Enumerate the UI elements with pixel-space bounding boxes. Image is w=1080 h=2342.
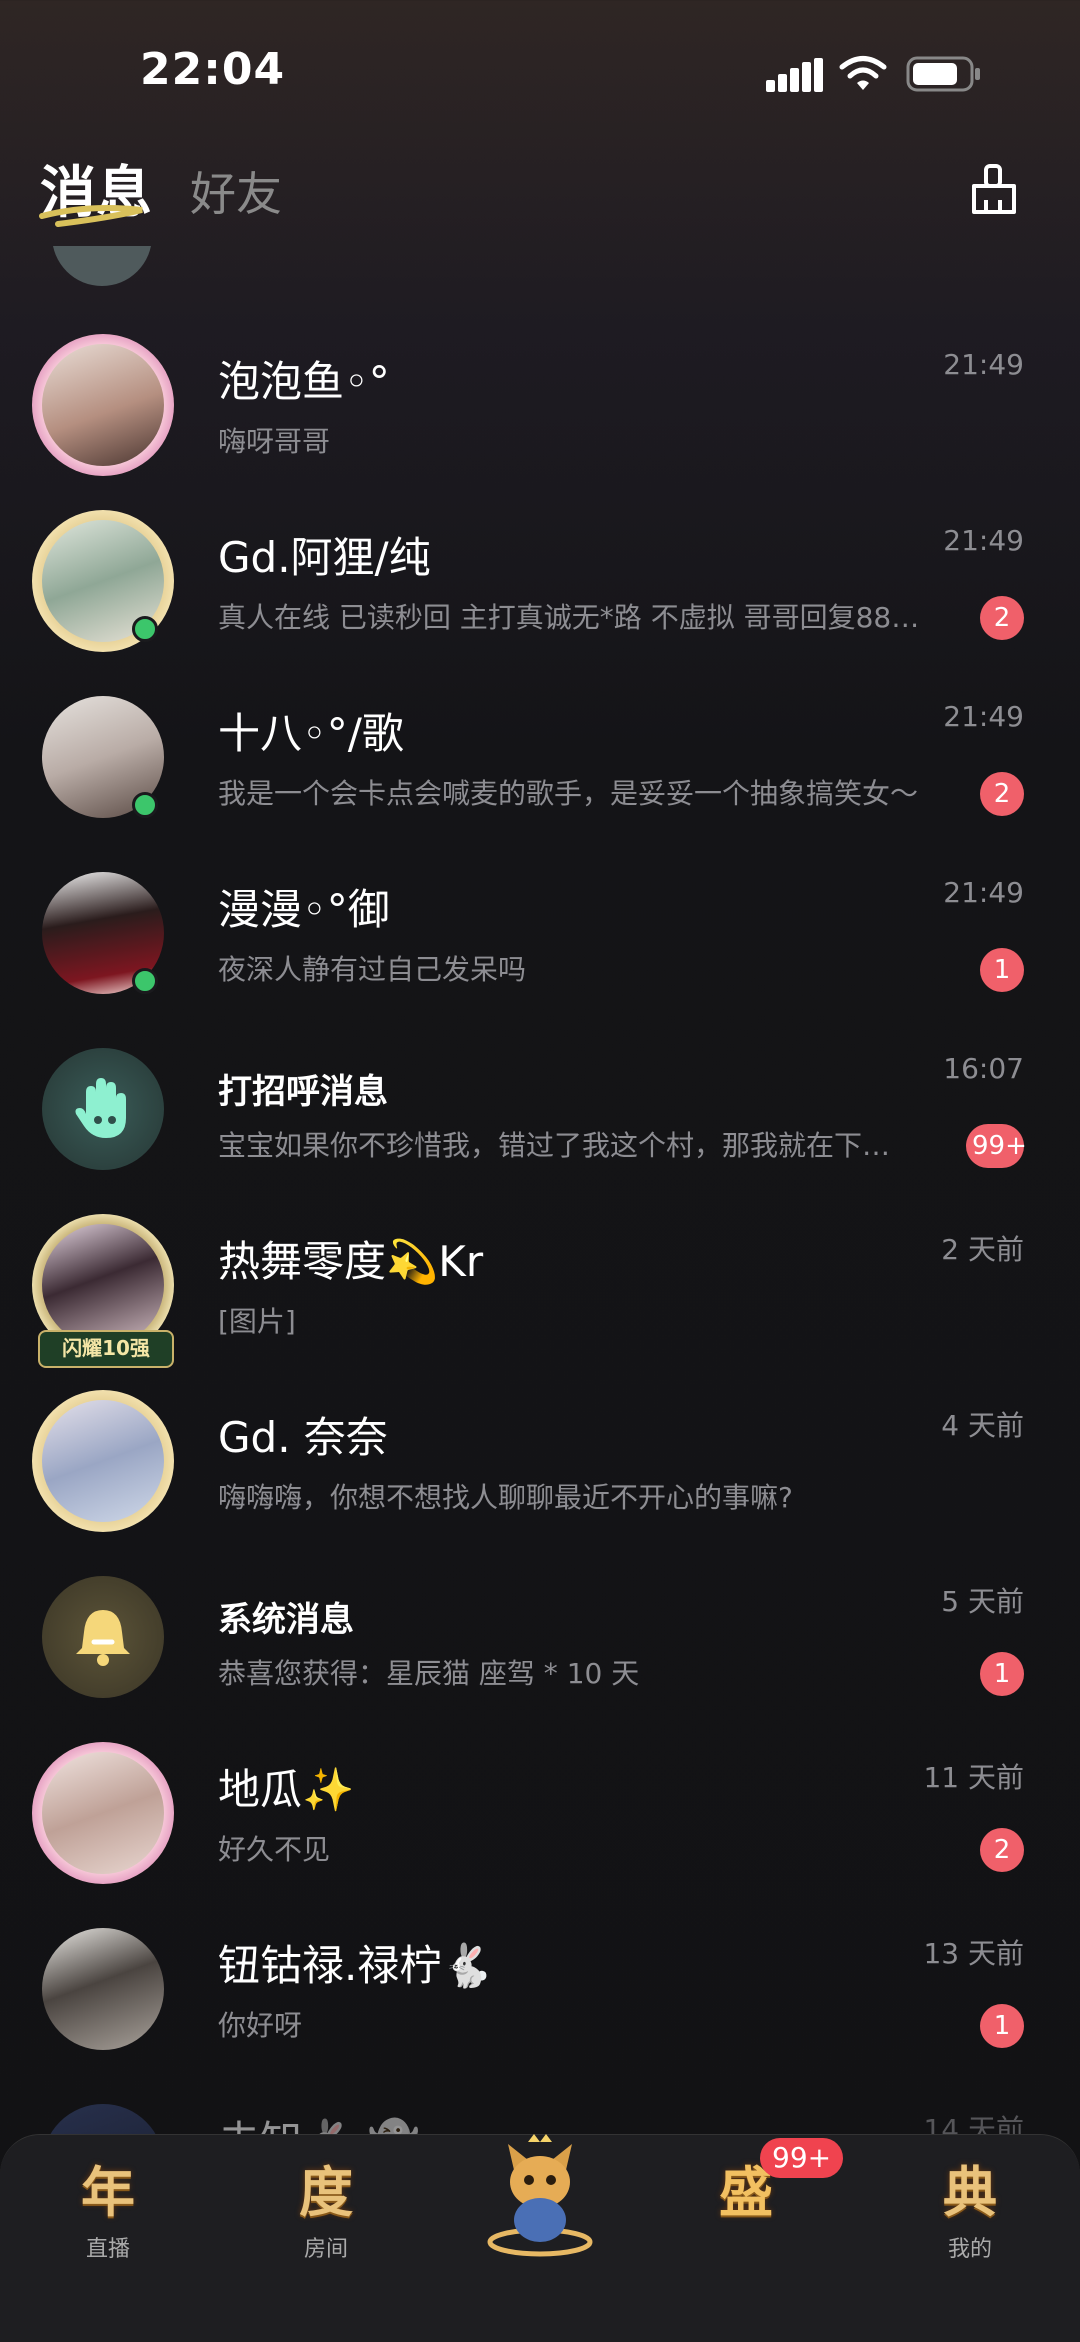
message-preview: 嗨呀哥哥 — [218, 425, 331, 458]
avatar — [32, 510, 174, 652]
unread-badge: 1 — [980, 1652, 1024, 1696]
conversation-row[interactable]: Gd.阿狸/纯 真人在线 已读秒回 主打真诚无*路 不虚拟 哥哥回复88… 21… — [0, 500, 1080, 676]
cellular-signal-icon — [766, 58, 823, 92]
rank-ribbon: 闪耀10强 — [38, 1330, 174, 1368]
message-preview: [图片] — [218, 1305, 296, 1338]
message-time: 13 天前 — [923, 1937, 1024, 1970]
tab-active-underline-icon — [39, 205, 143, 227]
contact-name: 地瓜✨ — [218, 1765, 355, 1814]
unread-badge: 2 — [980, 772, 1024, 816]
status-bar: 22:04 — [0, 0, 1080, 140]
unread-badge: 1 — [980, 948, 1024, 992]
nav-profile[interactable]: 典 我的 — [900, 2148, 1040, 2263]
online-status-dot — [132, 968, 158, 994]
message-preview: 恭喜您获得：星辰猫 座驾 * 10 天 — [218, 1657, 640, 1690]
avatar: 闪耀10强 — [32, 1214, 174, 1368]
online-status-dot — [132, 616, 158, 642]
nav-rooms[interactable]: 度 房间 — [256, 2148, 396, 2263]
conversation-row[interactable]: Gd. 奈奈 嗨嗨嗨，你想不想找人聊聊最近不开心的事嘛? 4 天前 — [0, 1380, 1080, 1556]
message-time: 4 天前 — [941, 1409, 1024, 1442]
conversation-row[interactable]: 地瓜✨ 好久不见 11 天前 2 — [0, 1732, 1080, 1908]
message-time: 21:49 — [943, 348, 1024, 381]
unread-badge: 2 — [980, 596, 1024, 640]
avatar — [32, 1742, 174, 1884]
contact-name: 钮钴禄.禄柠🐇 — [218, 1941, 494, 1990]
conversation-row[interactable]: 泡泡鱼◦° 嗨呀哥哥 21:49 — [0, 324, 1080, 500]
contact-name: 打招呼消息 — [218, 1072, 388, 1112]
contact-name: Gd.阿狸/纯 — [218, 533, 431, 582]
contact-name: Gd. 奈奈 — [218, 1413, 388, 1462]
conversation-row[interactable]: 钮钴禄.禄柠🐇 你好呀 13 天前 1 — [0, 1908, 1080, 2084]
tab-friends[interactable]: 好友 — [190, 158, 282, 224]
clear-messages-broom-icon[interactable] — [966, 162, 1022, 218]
conversation-row[interactable]: 打招呼消息 宝宝如果你不珍惜我，错过了我这个村，那我就在下… 16:07 99+ — [0, 1028, 1080, 1204]
nav-rooms-label: 房间 — [303, 2237, 348, 2262]
unread-badge: 99+ — [966, 1124, 1027, 1168]
message-time: 21:49 — [943, 524, 1024, 557]
conversation-row[interactable]: 漫漫◦°御 夜深人静有过自己发呆吗 21:49 1 — [0, 852, 1080, 1028]
avatar — [36, 1922, 170, 2056]
unread-badge: 2 — [980, 1828, 1024, 1872]
message-time: 21:49 — [943, 700, 1024, 733]
message-time: 2 天前 — [941, 1233, 1024, 1266]
center-mascot-cat-icon[interactable] — [484, 2130, 596, 2260]
avatar — [32, 1390, 174, 1532]
avatar — [36, 1042, 170, 1176]
message-time: 16:07 — [943, 1052, 1024, 1085]
avatar — [32, 334, 174, 476]
contact-name: 漫漫◦°御 — [218, 885, 390, 934]
message-preview: 夜深人静有过自己发呆吗 — [218, 953, 527, 986]
battery-icon — [906, 56, 980, 92]
message-time: 5 天前 — [941, 1585, 1024, 1618]
message-preview: 你好呀 — [218, 2009, 303, 2042]
contact-name: 系统消息 — [218, 1600, 354, 1640]
message-preview: 我是一个会卡点会喊麦的歌手，是妥妥一个抽象搞笑女～ — [218, 777, 919, 810]
nav-live-label: 直播 — [85, 2237, 130, 2262]
nav-profile-glyph-icon: 典 — [943, 2160, 997, 2224]
conversation-row[interactable]: 闪耀10强 热舞零度💫Kr [图片] 2 天前 — [0, 1204, 1080, 1380]
conversation-row[interactable]: 系统消息 恭喜您获得：星辰猫 座驾 * 10 天 5 天前 1 — [0, 1556, 1080, 1732]
online-status-dot — [132, 792, 158, 818]
nav-profile-label: 我的 — [947, 2237, 992, 2262]
message-preview: 好久不见 — [218, 1833, 331, 1866]
nav-live[interactable]: 年 直播 — [38, 2148, 178, 2263]
contact-name: 热舞零度💫Kr — [218, 1237, 484, 1286]
avatar — [36, 866, 170, 1000]
avatar — [36, 1570, 170, 1704]
contact-name: 泡泡鱼◦° — [218, 357, 390, 406]
message-preview: 嗨嗨嗨，你想不想找人聊聊最近不开心的事嘛? — [218, 1481, 793, 1514]
status-time: 22:04 — [140, 44, 286, 95]
partial-avatar — [52, 246, 152, 286]
bell-icon — [76, 1610, 130, 1666]
nav-rooms-glyph-icon: 度 — [299, 2160, 353, 2224]
unread-badge: 1 — [980, 2004, 1024, 2048]
conversation-row[interactable]: 十八◦°/歌 我是一个会卡点会喊麦的歌手，是妥妥一个抽象搞笑女～ 21:49 2 — [0, 676, 1080, 852]
wifi-icon — [839, 56, 887, 90]
message-time: 11 天前 — [923, 1761, 1024, 1794]
message-preview: 真人在线 已读秒回 主打真诚无*路 不虚拟 哥哥回复88… — [218, 601, 920, 634]
message-time: 21:49 — [943, 876, 1024, 909]
nav-live-glyph-icon: 年 — [81, 2160, 135, 2224]
message-preview: 宝宝如果你不珍惜我，错过了我这个村，那我就在下… — [218, 1129, 891, 1162]
contact-name: 十八◦°/歌 — [218, 709, 404, 758]
wave-hand-icon — [75, 1078, 126, 1138]
avatar — [36, 690, 170, 824]
nav-unread-badge: 99+ — [760, 2138, 844, 2178]
